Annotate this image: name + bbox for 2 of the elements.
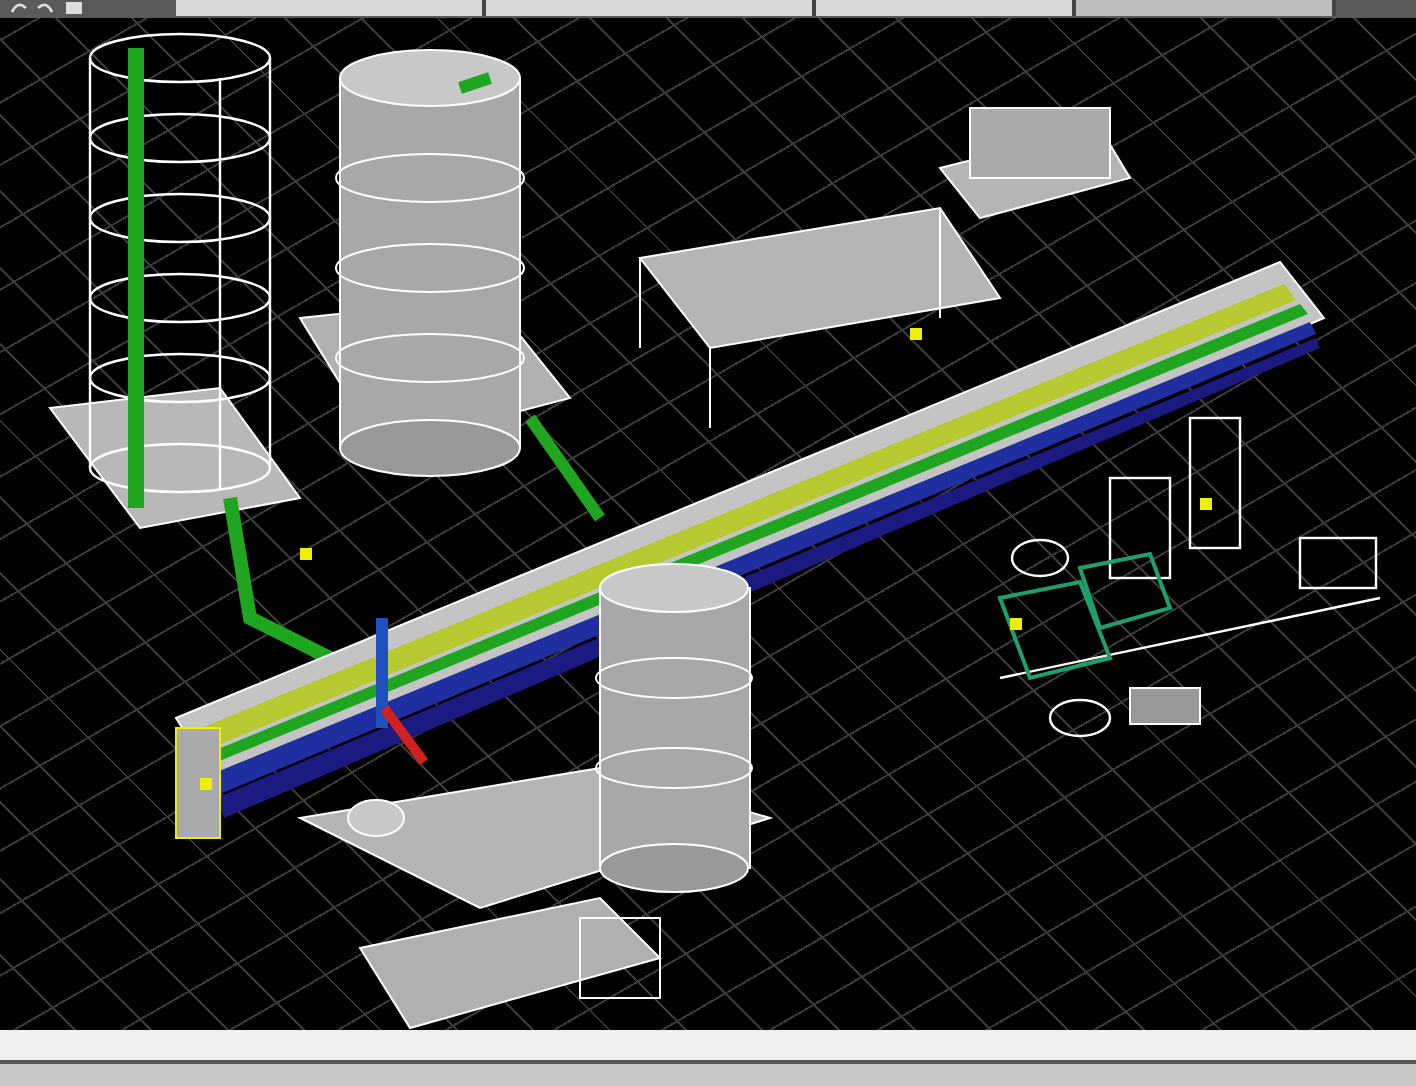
redo-icon[interactable]: [36, 0, 56, 16]
undo-icon[interactable]: [8, 0, 28, 16]
